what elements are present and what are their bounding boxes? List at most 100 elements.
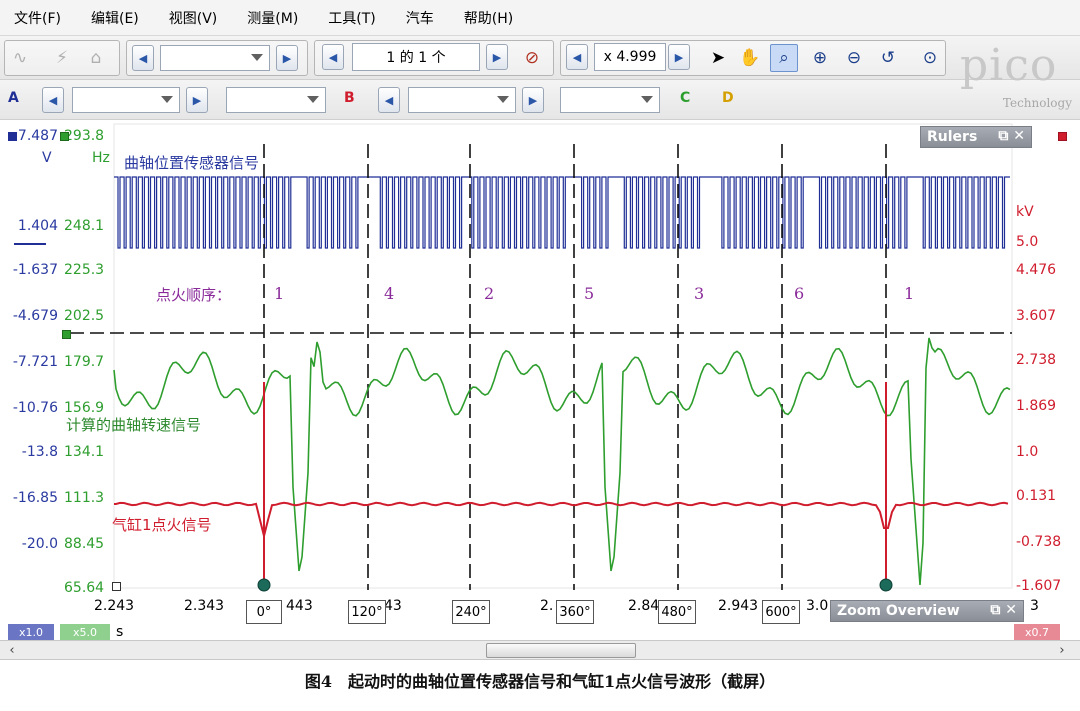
axis-a-tick: -4.679 (12, 308, 58, 324)
hand-icon[interactable]: ✋ (736, 44, 764, 72)
channel-toolbar: A ◀ ▶ B ◀ ▶ C D (0, 80, 1080, 120)
firing-order-cylinder: 6 (794, 284, 805, 303)
channel-b-zoom-badge[interactable]: x5.0 (60, 624, 110, 640)
angle-ruler-label[interactable]: 600° (762, 600, 800, 624)
rulers-panel-header[interactable]: Rulers ⧉ ✕ (920, 126, 1032, 148)
scope-view[interactable]: V Hz kV 7.487 1.404 -1.637 -4.679 -7.721… (0, 120, 1080, 640)
zoom-decrease-button[interactable]: ◀ (566, 44, 588, 70)
scrollbar-thumb[interactable] (486, 643, 636, 658)
axis-b-tick: 134.1 (64, 444, 105, 460)
next-buffer-button[interactable]: ▶ (276, 45, 298, 71)
signal-generator-icon[interactable]: ∿ (6, 44, 34, 72)
time-tick: 43 (384, 598, 402, 614)
prev-buffer-button[interactable]: ◀ (132, 45, 154, 71)
time-unit: s (116, 624, 124, 640)
compass-icon[interactable]: ⊘ (518, 44, 546, 72)
zoom-overview-panel-header[interactable]: Zoom Overview ⧉ ✕ (830, 600, 1024, 622)
home-icon[interactable]: ⌂ (82, 44, 110, 72)
waveform-plot[interactable] (0, 120, 1080, 640)
time-tick: 2.84 (628, 598, 660, 614)
panel-close-icon[interactable]: ⧉ ✕ (998, 128, 1025, 144)
angle-ruler-label[interactable]: 360° (556, 600, 594, 624)
menu-measure[interactable]: 测量(M) (247, 8, 298, 28)
prev-page-button[interactable]: ◀ (322, 44, 344, 70)
crank-sensor-pulses (114, 176, 1010, 249)
axis-a-tick: -20.0 (21, 536, 58, 552)
zoom-increase-button[interactable]: ▶ (668, 44, 690, 70)
channel-b-label[interactable]: B (344, 90, 355, 106)
axis-c-tick: 1.869 (1016, 398, 1057, 414)
pointer-icon[interactable]: ➤ (704, 44, 732, 72)
channel-b-range-select[interactable] (408, 87, 516, 113)
buffer-select[interactable] (160, 45, 270, 71)
undo-zoom-icon[interactable]: ↺ (874, 44, 902, 72)
calc-speed-trace (113, 337, 1011, 586)
axis-b-tick: 65.64 (64, 580, 105, 596)
angle-ruler-label[interactable]: 0° (246, 600, 282, 624)
channel-a-next-button[interactable]: ▶ (186, 87, 208, 113)
axis-b-tick: 111.3 (64, 490, 105, 506)
trigger-level-handle[interactable] (62, 330, 71, 339)
channel-b-marker (60, 132, 69, 141)
main-toolbar: ∿ ⚡ ⌂ ◀ ▶ ◀ 1 的 1 个 ▶ ⊘ ◀ x 4.999 ▶ ➤ ✋ … (0, 36, 1080, 80)
menu-file[interactable]: 文件(F) (14, 8, 61, 28)
channel-c-marker (1058, 132, 1067, 141)
ruler-handle (257, 578, 271, 592)
menu-automotive[interactable]: 汽车 (406, 8, 434, 28)
channel-a-coupling-select[interactable] (226, 87, 326, 113)
axis-b-tick: 225.3 (64, 262, 105, 278)
horizontal-scrollbar[interactable]: ‹ › (0, 640, 1080, 660)
channel-c-zoom-badge[interactable]: x0.7 (1014, 624, 1060, 640)
probe-icon[interactable]: ⚡ (48, 44, 76, 72)
axis-c-unit: kV (1016, 204, 1034, 220)
scroll-right-icon[interactable]: › (1052, 641, 1072, 660)
zoom-out-icon[interactable]: ⊖ (840, 44, 868, 72)
axis-b-tick: 179.7 (64, 354, 105, 370)
angle-ruler-label[interactable]: 120° (348, 600, 386, 624)
axis-a-tick: -1.637 (12, 262, 58, 278)
firing-order-cylinder: 4 (384, 284, 395, 303)
axis-c-tick: 3.607 (1016, 308, 1057, 324)
menu-bar: 文件(F) 编辑(E) 视图(V) 测量(M) 工具(T) 汽车 帮助(H) (0, 0, 1080, 36)
menu-edit[interactable]: 编辑(E) (91, 8, 139, 28)
cyl1-ignition-label: 气缸1点火信号 (112, 516, 212, 534)
channel-b-coupling-select[interactable] (560, 87, 660, 113)
channel-d-label[interactable]: D (722, 90, 734, 106)
zoom-in-icon[interactable]: ⊕ (806, 44, 834, 72)
axis-a-unit: V (42, 150, 52, 166)
scroll-left-icon[interactable]: ‹ (2, 641, 22, 660)
time-tick: 2. (540, 598, 554, 614)
axis-c-tick: 2.738 (1016, 352, 1057, 368)
brand-logo-text: pico (960, 40, 1058, 91)
angle-ruler-label[interactable]: 480° (658, 600, 696, 624)
zoom-overview-title: Zoom Overview (837, 603, 960, 619)
firing-order-cylinder: 3 (694, 284, 705, 303)
axis-c-tick: -1.607 (1016, 578, 1062, 594)
axis-b-tick: 202.5 (64, 308, 105, 324)
menu-view[interactable]: 视图(V) (169, 8, 218, 28)
channel-c-label[interactable]: C (680, 90, 690, 106)
zoom-region-icon[interactable]: ⌕ (770, 44, 798, 72)
next-page-button[interactable]: ▶ (486, 44, 508, 70)
menu-tools[interactable]: 工具(T) (328, 8, 375, 28)
axis-b-tick: 293.8 (64, 128, 105, 144)
channel-b-prev-button[interactable]: ◀ (378, 87, 400, 113)
channel-a-label[interactable]: A (8, 90, 19, 106)
axis-c-tick: 4.476 (1016, 262, 1057, 278)
channel-b-next-button[interactable]: ▶ (522, 87, 544, 113)
channel-a-range-select[interactable] (72, 87, 180, 113)
menu-help[interactable]: 帮助(H) (464, 8, 513, 28)
axis-a-tick: -10.76 (12, 400, 58, 416)
axis-a-tick: 1.404 (17, 218, 58, 234)
panel-close-icon[interactable]: ⧉ ✕ (990, 602, 1017, 618)
angle-ruler-label[interactable]: 240° (452, 600, 490, 624)
cyl1-ignition-trace (114, 501, 1009, 537)
firing-order-cylinder: 5 (584, 284, 595, 303)
channel-a-zoom-badge[interactable]: x1.0 (8, 624, 54, 640)
calc-speed-label: 计算的曲轴转速信号 (66, 416, 202, 434)
channel-a-prev-button[interactable]: ◀ (42, 87, 64, 113)
firing-order-label: 点火顺序： (156, 286, 232, 304)
ruler-handle (879, 578, 893, 592)
axis-a-tick: -13.8 (21, 444, 58, 460)
time-tick: 2.343 (184, 598, 225, 614)
